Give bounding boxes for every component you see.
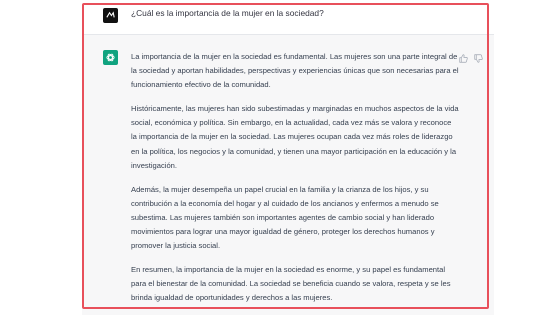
- answer-paragraph: La importancia de la mujer en la socieda…: [131, 52, 459, 90]
- user-avatar-icon: [103, 8, 118, 23]
- thumbs-down-icon[interactable]: [474, 50, 483, 63]
- answer-paragraph: En resumen, la importancia de la mujer e…: [131, 265, 451, 303]
- assistant-message-text: La importancia de la mujer en la socieda…: [131, 50, 459, 316]
- feedback-buttons: [459, 50, 483, 63]
- answer-paragraph: Históricamente, las mujeres han sido sub…: [131, 104, 459, 170]
- answer-paragraph: Además, la mujer desempeña un papel cruc…: [131, 184, 439, 251]
- user-message-text: ¿Cuál es la importancia de la mujer en l…: [131, 8, 324, 18]
- openai-logo-icon: [103, 50, 118, 65]
- thumbs-up-icon[interactable]: [459, 50, 468, 63]
